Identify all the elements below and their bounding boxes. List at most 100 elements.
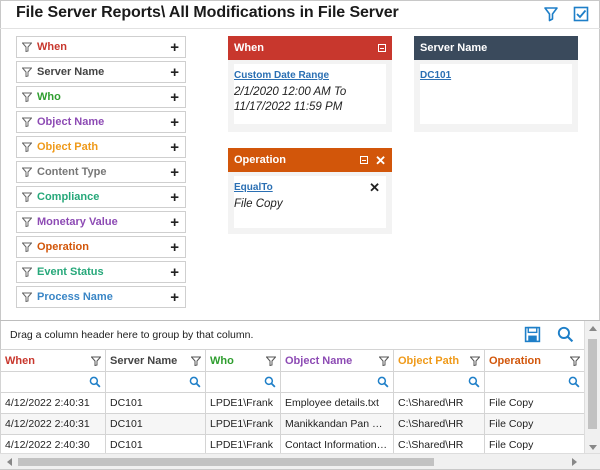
- add-filter-icon[interactable]: +: [170, 65, 179, 80]
- table-cell: File Copy: [484, 392, 585, 414]
- when-card-value: 2/1/2020 12:00 AM To 11/17/2022 11:59 PM: [234, 85, 386, 115]
- column-search-cell[interactable]: [280, 371, 394, 393]
- server-name-card-link[interactable]: DC101: [420, 68, 572, 81]
- results-grid: When Server Name Who Object Name Object …: [0, 349, 585, 456]
- operation-card-title: Operation: [234, 154, 286, 166]
- column-search-cell[interactable]: [0, 371, 106, 393]
- column-header-operation[interactable]: Operation: [484, 349, 585, 372]
- scroll-left-icon[interactable]: [2, 454, 16, 470]
- when-card-value-line1: 2/1/2020 12:00 AM To: [234, 86, 347, 98]
- funnel-icon: [22, 67, 32, 77]
- column-header-object-path[interactable]: Object Path: [393, 349, 485, 372]
- column-filter-icon[interactable]: [90, 356, 102, 369]
- horizontal-scroll-thumb[interactable]: [18, 458, 434, 466]
- save-icon[interactable]: [524, 326, 541, 346]
- table-cell: C:\Shared\HR: [393, 413, 485, 435]
- table-row[interactable]: 4/12/2022 2:40:31 DC101 LPDE1\Frank Manikka…: [0, 413, 585, 435]
- column-search-cell[interactable]: [105, 371, 206, 393]
- column-header-label: Who: [210, 354, 234, 367]
- table-cell: C:\Shared\HR: [393, 392, 485, 414]
- column-filter-icon[interactable]: [265, 356, 277, 369]
- filter-item-label: Object Path: [37, 141, 99, 153]
- horizontal-scrollbar[interactable]: [0, 453, 600, 469]
- scroll-up-icon[interactable]: [585, 321, 600, 335]
- funnel-icon: [22, 92, 32, 102]
- operation-card-value: File Copy: [234, 198, 283, 210]
- column-filter-icon[interactable]: [190, 356, 202, 369]
- column-filter-icon[interactable]: [469, 356, 481, 369]
- search-icon[interactable]: [557, 326, 574, 346]
- when-card-title: When: [234, 42, 264, 54]
- add-filter-icon[interactable]: +: [170, 140, 179, 155]
- table-cell: 4/12/2022 2:40:31: [0, 413, 106, 435]
- add-filter-icon[interactable]: +: [170, 115, 179, 130]
- search-icon[interactable]: [468, 376, 480, 391]
- search-icon[interactable]: [264, 376, 276, 391]
- operation-card-body: EqualTo ✕ File Copy: [234, 176, 386, 228]
- add-filter-icon[interactable]: +: [170, 90, 179, 105]
- filter-item-operation[interactable]: Operation +: [16, 236, 186, 258]
- filter-item-process-name[interactable]: Process Name +: [16, 286, 186, 308]
- add-filter-icon[interactable]: +: [170, 190, 179, 205]
- filter-item-label: Who: [37, 91, 61, 103]
- column-search-cell[interactable]: [484, 371, 585, 393]
- filter-icon[interactable]: [542, 5, 560, 23]
- column-filter-icon[interactable]: [378, 356, 390, 369]
- filter-item-monetary-value[interactable]: Monetary Value +: [16, 211, 186, 233]
- add-filter-icon[interactable]: +: [170, 265, 179, 280]
- search-icon[interactable]: [377, 376, 389, 391]
- add-filter-icon[interactable]: +: [170, 215, 179, 230]
- column-header-who[interactable]: Who: [205, 349, 281, 372]
- column-header-server-name[interactable]: Server Name: [105, 349, 206, 372]
- column-header-label: Operation: [489, 354, 541, 367]
- column-filter-icon[interactable]: [569, 356, 581, 369]
- column-header-label: Object Path: [398, 354, 460, 367]
- filter-item-server-name[interactable]: Server Name +: [16, 61, 186, 83]
- add-filter-icon[interactable]: +: [170, 165, 179, 180]
- remove-condition-icon[interactable]: ✕: [369, 180, 380, 196]
- filter-item-label: Operation: [37, 241, 89, 253]
- table-cell: DC101: [105, 413, 206, 435]
- vertical-scrollbar[interactable]: [584, 321, 600, 455]
- operation-card-header: Operation ✕: [228, 148, 392, 172]
- filter-item-when[interactable]: When +: [16, 36, 186, 58]
- filter-item-event-status[interactable]: Event Status +: [16, 261, 186, 283]
- checkbox-icon[interactable]: [572, 5, 590, 23]
- collapse-icon[interactable]: [378, 44, 386, 52]
- filter-item-compliance[interactable]: Compliance +: [16, 186, 186, 208]
- funnel-icon: [22, 117, 32, 127]
- filter-item-object-name[interactable]: Object Name +: [16, 111, 186, 133]
- add-filter-icon[interactable]: +: [170, 240, 179, 255]
- add-filter-icon[interactable]: +: [170, 290, 179, 305]
- scroll-right-icon[interactable]: [568, 454, 582, 470]
- when-card-header: When: [228, 36, 392, 60]
- server-name-card-header: Server Name: [414, 36, 578, 60]
- add-filter-icon[interactable]: +: [170, 40, 179, 55]
- table-row[interactable]: 4/12/2022 2:40:31 DC101 LPDE1\Frank Employe…: [0, 392, 585, 414]
- search-icon[interactable]: [568, 376, 580, 391]
- server-name-card-body: DC101: [420, 64, 572, 124]
- filter-item-object-path[interactable]: Object Path +: [16, 136, 186, 158]
- grid-toolbar: [524, 326, 574, 346]
- when-card-link[interactable]: Custom Date Range: [234, 68, 386, 81]
- table-cell: LPDE1\Frank: [205, 392, 281, 414]
- title-divider: [0, 28, 600, 29]
- column-header-when[interactable]: When: [0, 349, 106, 372]
- server-name-card: Server Name DC101: [414, 36, 578, 132]
- filter-item-label: Server Name: [37, 66, 105, 78]
- column-search-cell[interactable]: [393, 371, 485, 393]
- filter-item-label: Object Name: [37, 116, 105, 128]
- operation-card-link[interactable]: EqualTo: [234, 180, 386, 193]
- collapse-icon[interactable]: [360, 156, 369, 164]
- filter-item-content-type[interactable]: Content Type +: [16, 161, 186, 183]
- when-card: When Custom Date Range 2/1/2020 12:00 AM…: [228, 36, 392, 132]
- table-cell: 4/12/2022 2:40:31: [0, 392, 106, 414]
- search-icon[interactable]: [189, 376, 201, 391]
- column-header-object-name[interactable]: Object Name: [280, 349, 394, 372]
- vertical-scroll-thumb[interactable]: [588, 339, 597, 429]
- column-search-cell[interactable]: [205, 371, 281, 393]
- filter-item-who[interactable]: Who +: [16, 86, 186, 108]
- filter-item-label: Event Status: [37, 266, 104, 278]
- search-icon[interactable]: [89, 376, 101, 391]
- close-icon[interactable]: ✕: [375, 154, 386, 167]
